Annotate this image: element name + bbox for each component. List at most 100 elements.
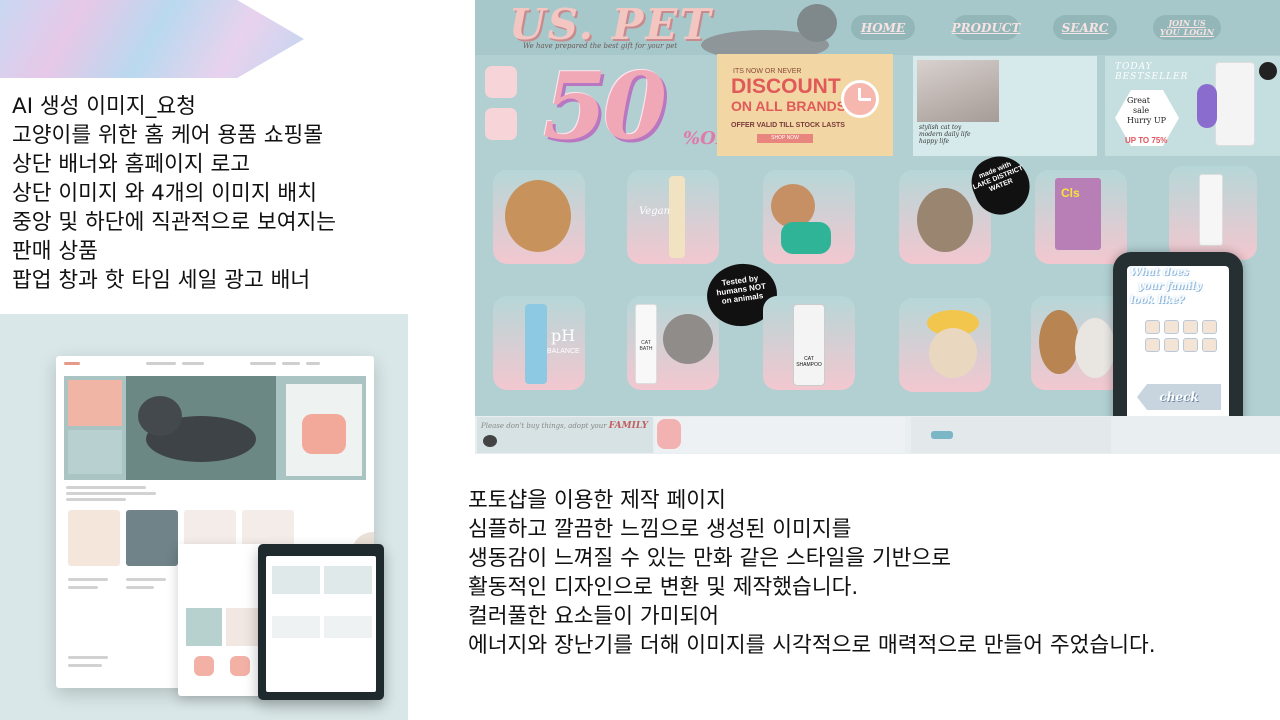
ph-label: pH <box>551 326 576 345</box>
discount-sub-text: OFFER VALID TILL STOCK LASTS <box>731 122 845 129</box>
lifestyle-photo-card[interactable]: stylish cat toy modern daily life happy … <box>913 56 1097 156</box>
production-line: 심플하고 깔끔한 느낌으로 생성된 이미지를 <box>468 517 852 542</box>
sale-text: sale <box>1133 106 1150 115</box>
pet-choice-option[interactable] <box>1164 320 1179 334</box>
header-cat-image <box>693 0 843 62</box>
cat-image <box>1039 310 1079 374</box>
product-thumbnail <box>126 510 178 566</box>
upto-text: UP TO 75% <box>1125 136 1168 145</box>
family-popup[interactable]: What does your family look like? check <box>1113 252 1243 440</box>
product-tile[interactable]: Cls <box>1035 170 1127 264</box>
lifestyle-photo <box>917 60 999 122</box>
cat-image <box>929 328 977 378</box>
check-button[interactable]: check <box>1137 384 1221 410</box>
product-tile[interactable] <box>493 170 585 264</box>
thumb-cat-1[interactable] <box>485 66 517 98</box>
product-bottle-image <box>286 384 362 476</box>
us-pet-site-screenshot: US. PET We have prepared the best gift f… <box>475 0 1280 454</box>
request-line: 중앙 및 하단에 직관적으로 보여지는 <box>12 210 337 235</box>
nav-product[interactable]: PRODUCT <box>952 15 1020 40</box>
nav-login-label: YOU_LOGIN <box>1159 26 1215 37</box>
product-tile[interactable] <box>899 298 991 392</box>
discount-headline: DISCOUNT ON ALL BRANDS! <box>731 76 851 115</box>
bestseller-title: TODAY BESTSELLER <box>1115 62 1188 82</box>
footer-product-strip <box>911 417 1111 453</box>
request-line: 상단 이미지 와 4개의 이미지 배치 <box>12 181 317 206</box>
clock-hand <box>859 98 871 101</box>
bestseller-card[interactable]: TODAY BESTSELLER Great sale Hurry UP UP … <box>1105 56 1280 156</box>
product-tile[interactable] <box>1031 296 1123 390</box>
footer-product-strip <box>655 417 905 453</box>
production-line: 컬러풀한 요소들이 가미되어 <box>468 604 720 629</box>
pet-choice-option[interactable] <box>1164 338 1179 352</box>
product-thumbnail <box>68 510 120 566</box>
popup-question-line: What does <box>1130 267 1189 278</box>
adopt-family-banner[interactable]: Please don't buy things, adopt your FAMI… <box>477 417 653 453</box>
request-description: AI 생성 이미지_요청 고양이를 위한 홈 케어 용품 쇼핑몰 상단 배너와 … <box>12 92 336 295</box>
family-text: FAMILY <box>608 421 648 431</box>
production-line: 활동적인 디자인으로 변환 및 제작했습니다. <box>468 575 859 600</box>
cat-image <box>1075 318 1115 378</box>
adopt-text-label: Please don't buy things, adopt your <box>481 422 607 430</box>
cat-shampoo-label: CAT SHAMPOO <box>796 356 822 368</box>
pink-product-icon <box>657 419 681 449</box>
production-line: 에너지와 장난기를 더해 이미지를 시각적으로 매력적으로 만들어 주었습니다. <box>468 633 1156 658</box>
cat-image <box>917 188 973 252</box>
discount-headline-line: ON ALL BRANDS! <box>731 98 851 114</box>
product-tile[interactable] <box>1169 166 1257 260</box>
product-tile[interactable] <box>763 170 855 264</box>
request-line: AI 생성 이미지_요청 <box>12 94 196 119</box>
bestseller-bottle-image <box>1215 62 1255 146</box>
hurry-text: Hurry UP <box>1127 116 1166 125</box>
cat-logo-icon <box>483 435 497 447</box>
pet-choice-option[interactable] <box>1183 320 1198 334</box>
popup-content: What does your family look like? check <box>1127 266 1229 424</box>
discount-top-text: ITS NOW OR NEVER <box>733 68 802 75</box>
popup-question-line: look like? <box>1130 295 1185 306</box>
sale-50-number: 50 <box>543 52 667 160</box>
great-text: Great <box>1127 96 1150 105</box>
production-line: 포토샵을 이용한 제작 페이지 <box>468 488 726 513</box>
cat-bath-label: CAT BATH <box>639 340 653 352</box>
purple-toy-image <box>1197 84 1217 128</box>
thumb-cat-2[interactable] <box>485 108 517 140</box>
pet-choice-grid <box>1145 320 1221 352</box>
product-tile[interactable]: pH BALANCE <box>493 296 585 390</box>
mockup-hero <box>64 376 366 480</box>
gmp-badge-icon <box>1259 62 1277 80</box>
grey-cat-image <box>126 376 276 480</box>
product-tile[interactable]: CAT SHAMPOO <box>763 296 855 390</box>
request-line: 상단 배너와 홈페이지 로고 <box>12 152 251 177</box>
request-line: 판매 상품 <box>12 239 98 264</box>
discount-headline-line: DISCOUNT <box>731 75 841 98</box>
pet-choice-option[interactable] <box>1145 320 1160 334</box>
product-tile[interactable]: Vegan <box>627 170 719 264</box>
popup-question: What does your family look like? <box>1127 266 1229 308</box>
green-bag-image <box>781 222 831 254</box>
pet-choice-option[interactable] <box>1202 338 1217 352</box>
popup-question-line: your family <box>1138 281 1202 292</box>
site-tagline: We have prepared the best gift for your … <box>523 42 678 50</box>
lifestyle-caption: stylish cat toy modern daily life happy … <box>919 124 971 145</box>
mobile-mockup <box>178 544 264 696</box>
discount-banner[interactable]: ITS NOW OR NEVER DISCOUNT ON ALL BRANDS!… <box>717 54 893 156</box>
request-line: 고양이를 위한 홈 케어 용품 쇼핑몰 <box>12 123 324 148</box>
tablet-mockup <box>258 544 384 700</box>
nav-join-login[interactable]: JOIN US YOU_LOGIN <box>1153 15 1221 40</box>
ai-generated-mockup-image <box>0 314 408 720</box>
pet-choice-option[interactable] <box>1183 338 1198 352</box>
nav-search[interactable]: SEARC <box>1053 15 1117 40</box>
product-tile[interactable]: CAT BATH <box>627 296 719 390</box>
pet-choice-option[interactable] <box>1145 338 1160 352</box>
litter-label: Cls <box>1061 186 1080 200</box>
cat-shampoo-bottle-image <box>793 304 825 386</box>
production-description: 포토샵을 이용한 제작 페이지 심플하고 깔끔한 느낌으로 생성된 이미지를 생… <box>468 486 1156 660</box>
toothbrush-icon <box>931 431 953 439</box>
balance-label: BALANCE <box>547 348 580 355</box>
pet-choice-option[interactable] <box>1202 320 1217 334</box>
nav-home[interactable]: HOME <box>851 15 915 40</box>
adopt-text: Please don't buy things, adopt your FAMI… <box>481 421 648 431</box>
vegan-label: Vegan <box>639 206 671 217</box>
shop-now-button[interactable]: SHOP NOW <box>757 134 813 143</box>
bestseller-title-line: BESTSELLER <box>1115 72 1189 82</box>
